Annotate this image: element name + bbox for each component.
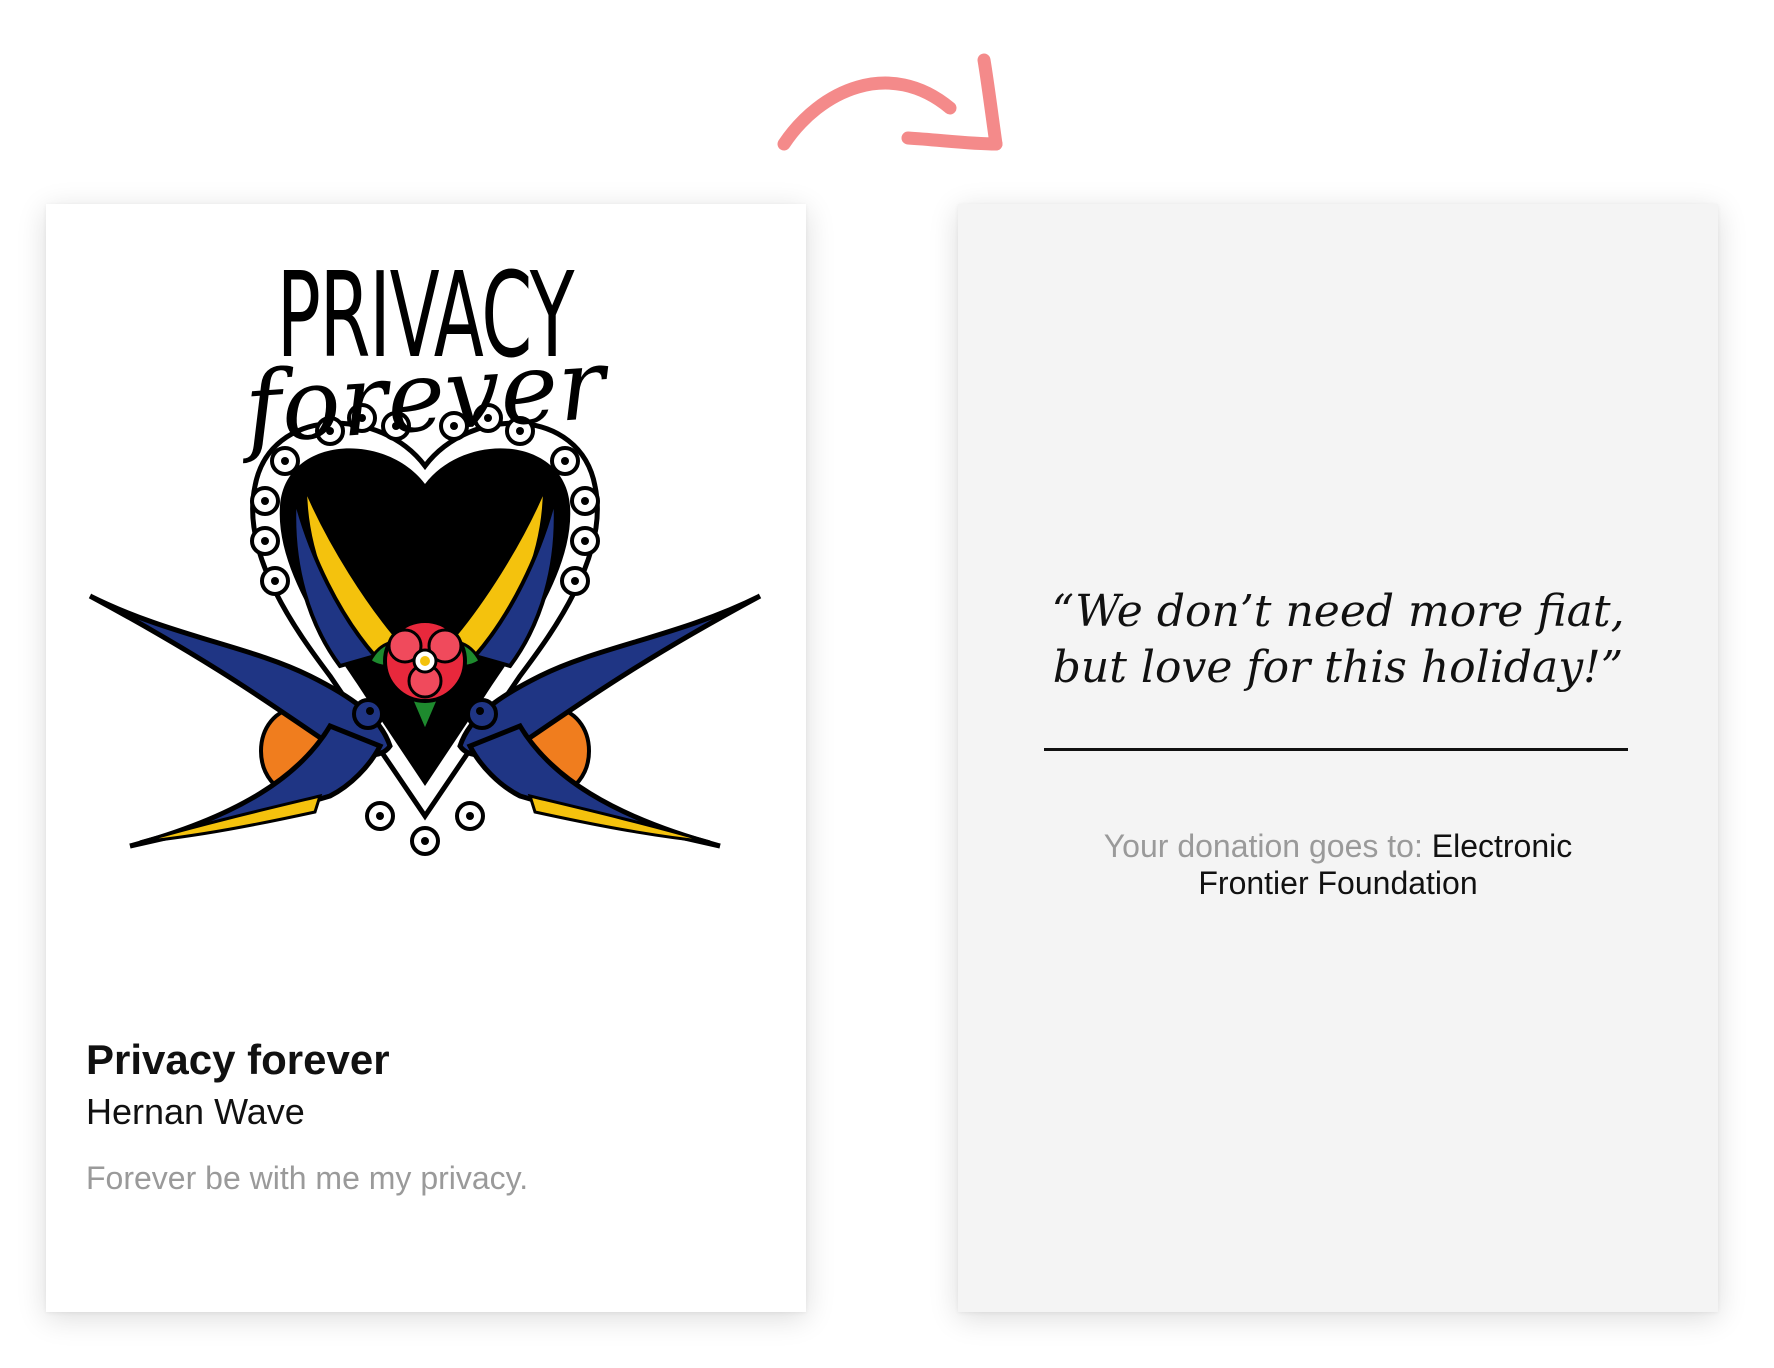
quote-divider: [1044, 748, 1628, 751]
curved-arrow-icon: [777, 53, 1003, 151]
card-front: PRIVACY forever Privacy forever Hernan W…: [46, 204, 806, 1312]
donation-info: Your donation goes to: Electronic Fronti…: [1048, 828, 1628, 902]
card-description: Forever be with me my privacy.: [86, 1160, 529, 1196]
card-title: Privacy forever: [86, 1036, 390, 1083]
card-quote: “We don’t need more fiat, but love for t…: [1018, 584, 1658, 696]
donation-label: Your donation goes to:: [1103, 828, 1432, 864]
card-artist: Hernan Wave: [86, 1091, 305, 1132]
quote-line-2: but love for this holiday!”: [1052, 642, 1624, 693]
card-back: “We don’t need more fiat, but love for t…: [958, 204, 1718, 1312]
quote-line-1: “We don’t need more fiat,: [1051, 586, 1625, 637]
card-artwork: PRIVACY forever: [80, 256, 770, 896]
